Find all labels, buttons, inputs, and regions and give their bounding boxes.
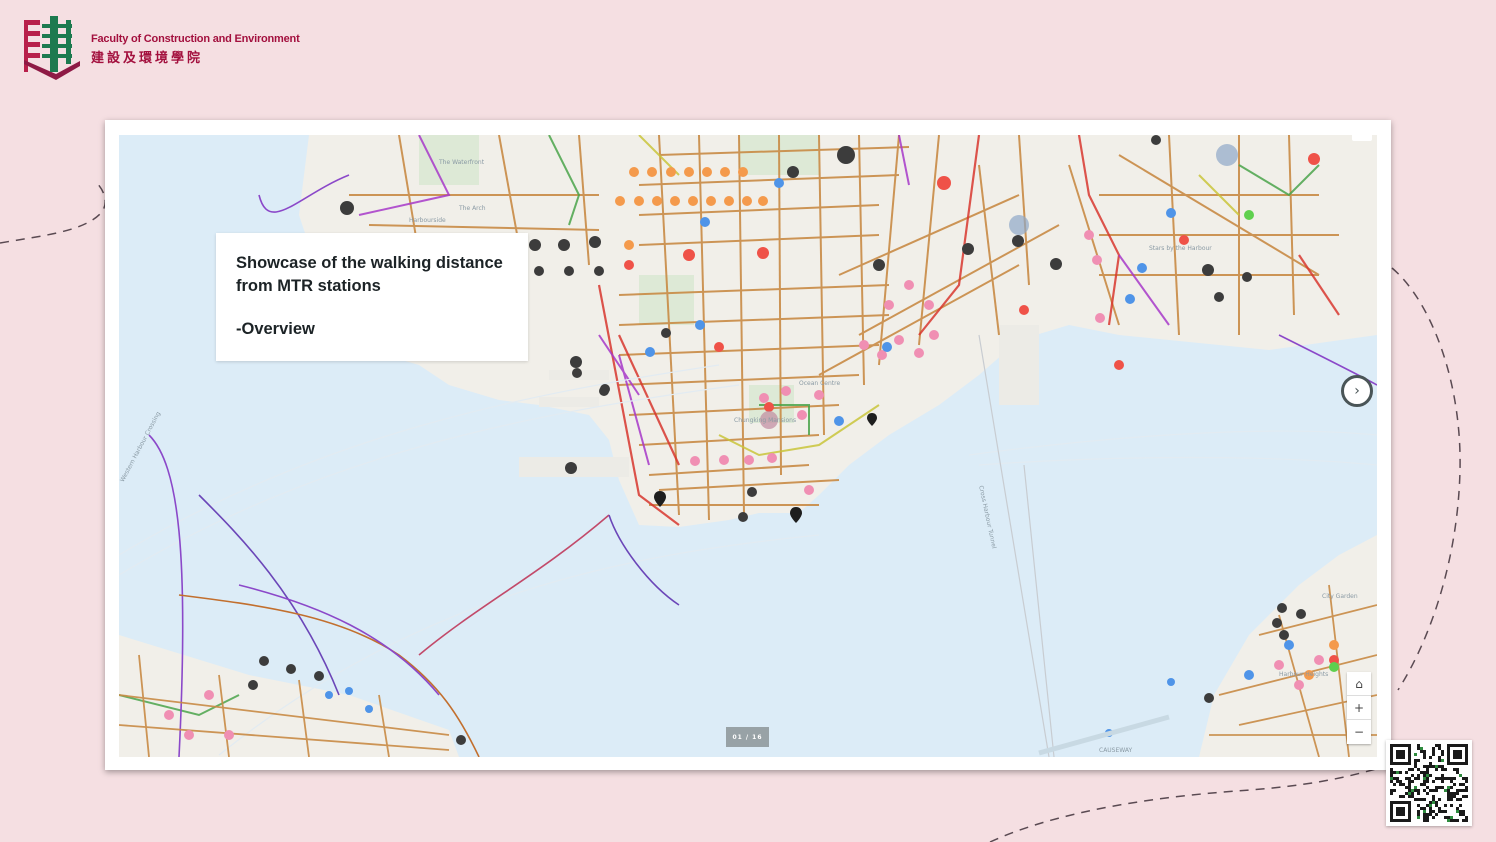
faculty-emblem-icon bbox=[24, 16, 80, 80]
story-subtitle: -Overview bbox=[236, 320, 315, 338]
map-label-chungking: Chungking Mansions bbox=[734, 417, 797, 424]
qr-code-icon bbox=[1390, 744, 1468, 822]
story-title: Showcase of the walking distance from MT… bbox=[236, 254, 503, 295]
chevron-right-icon: › bbox=[1354, 383, 1360, 399]
map-label-the-arch: The Arch bbox=[459, 205, 486, 212]
map-label-ocean-centre: Ocean Centre bbox=[799, 380, 841, 387]
map-zoom-controls: ⌂ + − bbox=[1347, 672, 1371, 744]
next-slide-button[interactable]: › bbox=[1341, 375, 1373, 407]
map-label-harbourside: Harbourside bbox=[409, 217, 446, 224]
faculty-name-en: Faculty of Construction and Environment bbox=[91, 33, 300, 45]
story-map-frame: Harbourside The Arch The Waterfront Ocea… bbox=[105, 120, 1391, 770]
map-label-waterfront: The Waterfront bbox=[439, 159, 485, 166]
map-view[interactable]: Harbourside The Arch The Waterfront Ocea… bbox=[119, 135, 1377, 757]
map-label-harbour-heights: Harbour Heights bbox=[1279, 671, 1329, 678]
zoom-in-button[interactable]: + bbox=[1347, 696, 1371, 720]
home-icon: ⌂ bbox=[1355, 676, 1363, 691]
map-label-stars: Stars by the Harbour bbox=[1149, 245, 1212, 252]
zoom-out-button[interactable]: − bbox=[1347, 720, 1371, 744]
qr-code bbox=[1386, 740, 1472, 826]
map-basemap[interactable] bbox=[119, 135, 1377, 757]
map-label-causeway: CAUSEWAY bbox=[1099, 747, 1133, 754]
faculty-name-zh: 建設及環境學院 bbox=[91, 51, 204, 66]
story-info-panel: Showcase of the walking distance from MT… bbox=[216, 233, 528, 361]
home-button[interactable]: ⌂ bbox=[1347, 672, 1371, 696]
slide-page-indicator: 01 / 16 bbox=[726, 727, 769, 747]
plus-icon: + bbox=[1353, 700, 1365, 715]
map-top-edge-chip bbox=[1352, 135, 1372, 141]
map-label-city-garden: City Garden bbox=[1322, 593, 1358, 600]
minus-icon: − bbox=[1353, 725, 1365, 739]
faculty-logo: Faculty of Construction and Environment … bbox=[22, 16, 322, 82]
